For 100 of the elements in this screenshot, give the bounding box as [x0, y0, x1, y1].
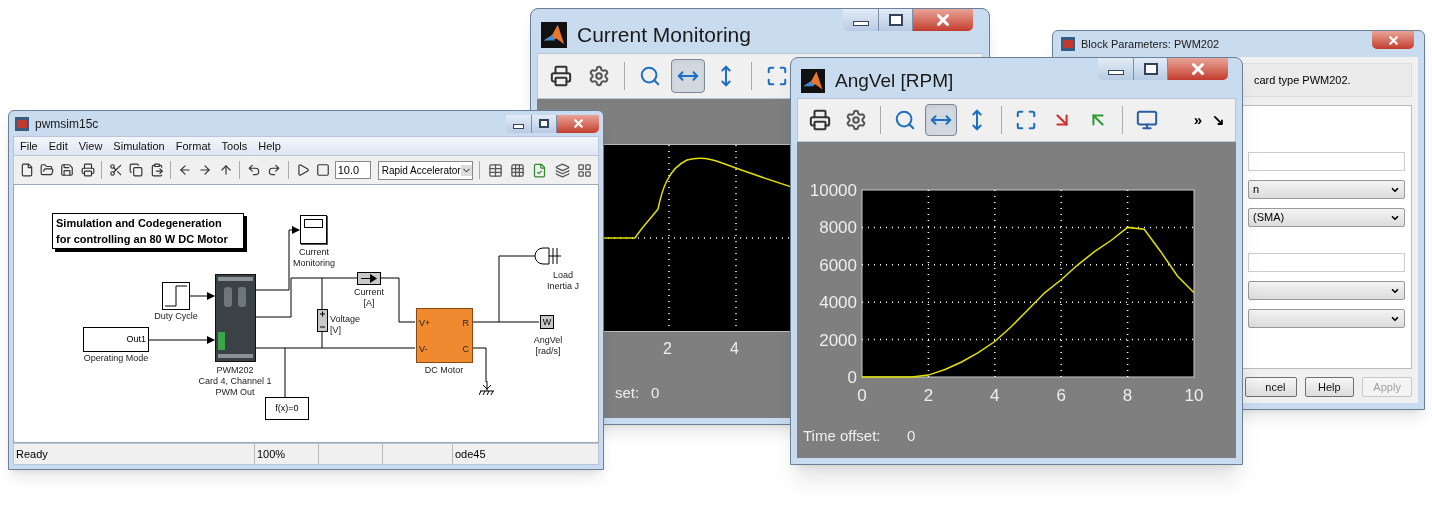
toolbar-overflow-button[interactable]: ↘ — [1212, 108, 1225, 132]
maximize-icon — [888, 14, 903, 26]
menu-item[interactable]: Format — [175, 137, 211, 155]
block-label: Duty Cycle — [153, 311, 199, 322]
simulation-mode-dropdown[interactable]: Rapid Accelerator — [377, 160, 473, 180]
signal-arrow — [148, 336, 215, 344]
grid-icon — [510, 162, 525, 178]
close-button[interactable] — [1168, 58, 1228, 80]
monitor-icon — [1136, 109, 1158, 131]
maximize-button[interactable] — [532, 114, 557, 133]
zoom-x-tool-button[interactable] — [671, 59, 705, 93]
minimize-button[interactable] — [506, 114, 532, 133]
y-tick-label: 10000 — [809, 181, 857, 200]
close-button[interactable] — [913, 9, 973, 31]
window-title: AngVel [RPM] — [835, 69, 954, 93]
x-tick-label: 2 — [663, 339, 672, 359]
blank-page-icon — [19, 163, 34, 177]
dropdown[interactable]: n — [1248, 180, 1405, 199]
step-block[interactable] — [162, 282, 190, 310]
search-icon — [639, 65, 661, 87]
stop-icon — [316, 163, 330, 177]
card-module-block[interactable] — [215, 274, 256, 362]
maximize-button[interactable] — [879, 9, 913, 31]
description-text: card type PWM202. — [1254, 72, 1351, 88]
menu-item[interactable]: Edit — [48, 137, 68, 155]
current-sensor-block[interactable] — [357, 272, 381, 285]
minimize-icon — [513, 124, 524, 129]
search-icon — [894, 109, 916, 131]
maximize-button[interactable] — [1134, 58, 1168, 80]
window-title: Current Monitoring — [577, 22, 751, 48]
signal-arrow — [188, 292, 215, 300]
solver-block[interactable]: f(x)=0 — [265, 397, 309, 420]
window-title: Block Parameters: PWM202 — [1081, 36, 1220, 52]
scissors-icon — [109, 163, 123, 177]
minimize-button[interactable] — [843, 9, 879, 31]
x-tick-label: 2 — [923, 386, 934, 404]
menu-item[interactable]: View — [78, 137, 103, 155]
maximize-icon — [1143, 63, 1158, 75]
x-tick-label: 4 — [990, 386, 1000, 404]
close-button[interactable] — [557, 114, 599, 133]
status-message: Ready — [15, 446, 49, 462]
solver-name: ode45 — [452, 444, 598, 464]
menu-item[interactable]: Tools — [221, 137, 248, 155]
dropdown[interactable] — [1248, 281, 1405, 300]
table-icon — [487, 162, 503, 178]
play-icon — [295, 163, 310, 177]
text-field[interactable] — [1248, 152, 1405, 171]
minimize-icon — [1107, 69, 1124, 75]
block-label: PWM202 Card 4, Channel 1 PWM Out — [197, 365, 273, 398]
close-icon — [1386, 33, 1400, 47]
time-offset-value: 0 — [651, 383, 660, 403]
block-label: Current [A] — [353, 287, 385, 309]
x-tick-label: 0 — [857, 386, 867, 404]
model-icon — [15, 116, 29, 131]
zoom-x-tool-button[interactable] — [925, 104, 957, 136]
y-tick-label: 8000 — [819, 218, 857, 238]
scope-block[interactable] — [300, 215, 327, 244]
expand-icon — [766, 65, 788, 87]
peak-logo-icon — [801, 69, 825, 94]
y-tick-label: 6000 — [819, 255, 857, 275]
inertia-block[interactable] — [527, 246, 563, 266]
undo-icon — [247, 163, 261, 177]
dropdown[interactable]: (SMA) — [1248, 208, 1405, 227]
y-tick-label: 4000 — [819, 293, 857, 313]
inport-block[interactable]: Out1 — [83, 327, 149, 352]
x-tick-label: 6 — [1056, 386, 1066, 404]
x-tick-label: 10 — [1184, 386, 1204, 404]
close-button[interactable] — [1372, 31, 1414, 49]
caret-icon — [460, 164, 472, 176]
dc-motor-block[interactable]: V+ V- R C — [416, 308, 473, 363]
toolbar-overflow-button[interactable]: » — [1193, 108, 1202, 132]
printer-icon — [80, 163, 95, 177]
x-tick-label: 8 — [1122, 386, 1133, 404]
dialog-button[interactable]: ncel — [1245, 377, 1297, 397]
dialog-button[interactable]: Help — [1304, 377, 1355, 397]
gear-icon — [845, 109, 867, 131]
gear-icon — [588, 65, 610, 87]
time-offset-label: set: — [615, 383, 640, 403]
minimize-icon — [852, 20, 869, 26]
ground-icon — [479, 381, 495, 397]
block-label: Current Monitoring — [292, 247, 336, 269]
menu-item[interactable]: Help — [258, 137, 281, 155]
block-label: Load Inertia J — [546, 270, 580, 292]
peak-logo-icon — [541, 21, 567, 48]
printer-icon — [809, 109, 831, 131]
menu-item[interactable]: File — [20, 137, 38, 155]
voltage-sensor-block[interactable] — [317, 309, 328, 332]
menu-item[interactable]: Simulation — [113, 137, 165, 155]
minimize-button[interactable] — [1098, 58, 1134, 80]
close-icon — [934, 11, 952, 29]
time-offset-value: 0 — [907, 426, 916, 446]
dropdown[interactable] — [1248, 309, 1405, 328]
time-offset-label: Time offset: — [803, 426, 881, 446]
printer-icon — [550, 65, 572, 87]
window-title: pwmsim15c — [35, 115, 99, 133]
stop-time-field[interactable]: 10.0 — [334, 161, 371, 179]
x-tick-label: 4 — [730, 339, 739, 359]
close-icon — [1189, 60, 1207, 78]
text-field[interactable] — [1248, 253, 1405, 272]
sensor-block[interactable]: W — [540, 315, 554, 329]
